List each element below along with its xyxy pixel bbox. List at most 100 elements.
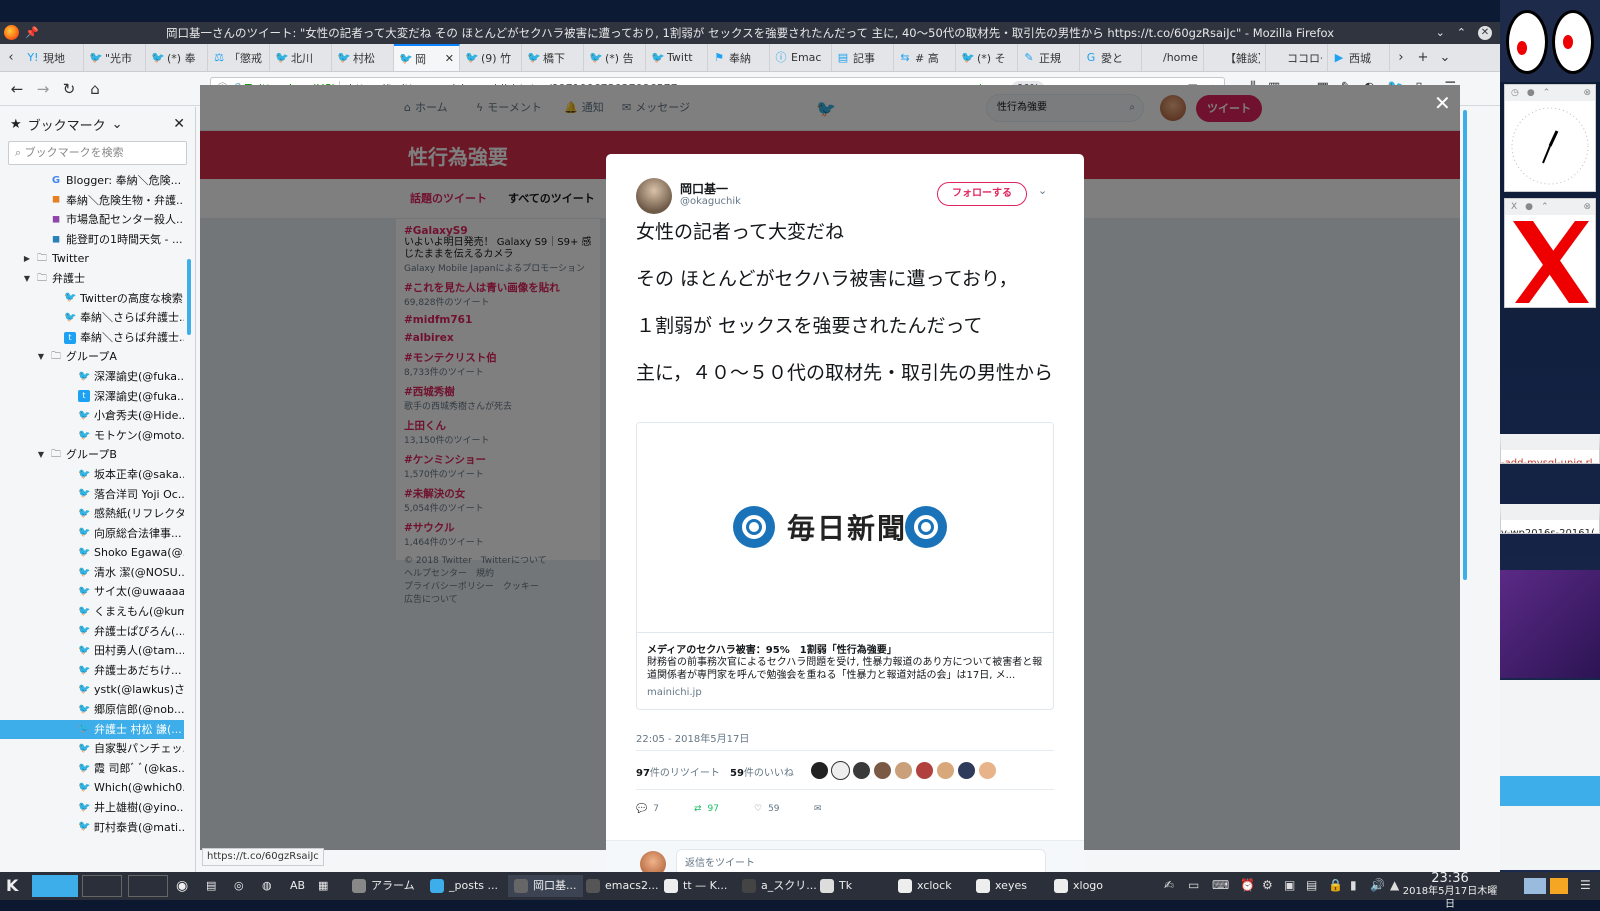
maximize-button[interactable]: ⌃ (1457, 22, 1466, 44)
bookmark-item[interactable]: 🐦 坂本正幸(@saka... (0, 465, 184, 485)
bookmark-item[interactable]: 🐦 モトケン(@moto... (0, 426, 184, 446)
tray-icon[interactable]: ▭ (1188, 878, 1199, 892)
tab-20[interactable]: ココログ (1266, 44, 1328, 71)
avatar[interactable] (810, 761, 829, 780)
avatar[interactable] (831, 761, 850, 780)
bookmark-item[interactable]: 🐦 井上雄樹(@yino... (0, 798, 184, 818)
close-icon[interactable]: ⊗ (1583, 85, 1591, 101)
avatar[interactable] (915, 761, 934, 780)
chevron-down-icon[interactable]: ⌄ (112, 117, 123, 132)
close-icon[interactable]: ⊗ (1583, 199, 1591, 215)
tab-5[interactable]: 🐦 村松 (332, 44, 394, 71)
desktop-pager-3[interactable] (128, 875, 168, 897)
taskbar-item[interactable]: アラーム (352, 875, 415, 897)
like-button[interactable]: ♡ 59 (754, 804, 780, 814)
tab-21[interactable]: ▶ 西城 (1328, 44, 1390, 71)
bookmark-item[interactable]: 🐦 小倉秀夫(@Hide... (0, 406, 184, 426)
bookmark-item[interactable]: ◼ 市場急配センター殺人... (0, 210, 184, 230)
battery-icon[interactable]: ▮ (1350, 878, 1357, 892)
tab-17[interactable]: G 愛と (1080, 44, 1142, 71)
new-tab-button[interactable]: + (1412, 44, 1434, 71)
bookmark-item[interactable]: 🐦 Twitterの高度な検索 (0, 289, 184, 309)
taskbar-item[interactable]: xclock (898, 875, 952, 897)
bookmark-folder[interactable]: ▶ 🗀 Twitter (0, 249, 184, 269)
bookmark-search-input[interactable]: ⌕ ブックマークを検索 (8, 141, 187, 165)
retweet-button[interactable]: ⇄ 97 (694, 804, 719, 814)
desktop-pager-1[interactable] (32, 875, 78, 897)
bookmark-item[interactable]: 🐦 向原総合法律事... (0, 524, 184, 544)
sidebar-close-icon[interactable]: ✕ (173, 116, 185, 132)
bookmark-item[interactable]: 🐦 Shoko Egawa(@... (0, 543, 184, 563)
expand-arrow-icon[interactable]: ▼ (36, 347, 46, 367)
tab-14[interactable]: ⇆ # 高 (894, 44, 956, 71)
bookmark-item[interactable]: 🐦 弁護士ぱぴろん(... (0, 622, 184, 642)
desktop-pager-2[interactable] (82, 875, 122, 897)
minimize-button[interactable]: ⌄ (1436, 22, 1445, 44)
clipboard-icon[interactable]: ▤ (1306, 878, 1317, 892)
sidebar-scrollbar[interactable] (187, 259, 191, 335)
tab-12[interactable]: ⓘ Emac (770, 44, 832, 71)
display-icon[interactable]: ▣ (1284, 878, 1295, 892)
firefox-launcher-icon[interactable]: ◉ (176, 875, 188, 897)
alarm-icon[interactable]: ⏰ (1240, 878, 1255, 892)
tab-13[interactable]: ▤ 記事 (832, 44, 894, 71)
avatar[interactable] (873, 761, 892, 780)
bookmark-folder[interactable]: ▼ 🗀 グループA (0, 347, 184, 367)
tab-4[interactable]: 🐦 北川 (270, 44, 332, 71)
bookmark-item[interactable]: 🐦ystk(@lawkus)さ... (0, 680, 184, 700)
bookmark-folder[interactable]: ▼ 🗀 グループB (0, 445, 184, 465)
window-thumbnail[interactable] (1524, 878, 1546, 894)
text-snippet[interactable]: -add-mysql-uniq.rl (1500, 434, 1600, 464)
home-button[interactable]: ⌂ (84, 78, 106, 100)
bookmark-item[interactable]: 🐦 弁護士あだちけ... (0, 661, 184, 681)
tray-expand-icon[interactable]: ▲ (1390, 878, 1399, 892)
bookmark-item[interactable]: ◼ 能登町の1時間天気 - ... (0, 230, 184, 250)
taskbar-item[interactable]: Tk (820, 875, 852, 897)
close-icon[interactable]: ✕ (1434, 91, 1451, 115)
bookmark-item[interactable]: 🐦くまえもん(@kum... (0, 602, 184, 622)
direct-message-button[interactable]: ✉ (814, 804, 822, 814)
link-card[interactable]: 毎日新聞 メディアのセクハラ被害：95% 1割弱「性行為強要」 財務省の前事務次… (636, 422, 1054, 710)
bookmark-item[interactable]: 🐦 町村泰貴(@mati... (0, 818, 184, 838)
tab-3[interactable]: ⚖ 「懲戒 (208, 44, 270, 71)
tab-16[interactable]: ✎ 正規 (1018, 44, 1080, 71)
taskbar-item[interactable]: tt — K... (664, 875, 727, 897)
bookmark-item[interactable]: 🐦感熱紙(リフレクタ... (0, 504, 184, 524)
tab-scroll-right-icon[interactable]: › (1390, 44, 1412, 71)
avatar[interactable] (894, 761, 913, 780)
tab-close-icon[interactable]: ✕ (445, 52, 454, 65)
reply-input[interactable]: 返信をツイート (676, 849, 1046, 874)
xeyes-widget[interactable] (1500, 0, 1600, 82)
content-scrollbar[interactable] (1462, 110, 1468, 850)
taskbar-item[interactable]: xeyes (976, 875, 1027, 897)
forward-button[interactable]: → (32, 78, 54, 100)
tab-19[interactable]: 【雑談】 (1204, 44, 1266, 71)
tab-1[interactable]: 🐦 "光市 (84, 44, 146, 71)
tab-7[interactable]: 🐦 (9) 竹 (460, 44, 522, 71)
taskbar-item[interactable]: _posts ... (430, 875, 498, 897)
reload-button[interactable]: ↻ (58, 78, 80, 100)
bookmark-item[interactable]: 🐦 弁護士 村松 謙(... (0, 719, 184, 740)
volume-icon[interactable]: 🔊 (1370, 878, 1385, 892)
bookmark-item[interactable]: 🐦 奉納＼さらば弁護士... (0, 308, 184, 328)
launcher-icon[interactable]: ◎ (234, 875, 244, 897)
tweet-author-handle[interactable]: @okaguchik (680, 196, 741, 207)
expand-arrow-icon[interactable]: ▼ (22, 269, 32, 289)
keyboard-icon[interactable]: ⌨ (1212, 878, 1229, 892)
xclock-window[interactable]: ◷ ● ⌃ ⊗ (1504, 84, 1596, 192)
xlogo-window[interactable]: X ● ⌃ ⊗ (1504, 198, 1596, 308)
avatar[interactable] (957, 761, 976, 780)
expand-arrow-icon[interactable]: ▼ (36, 445, 46, 465)
tab-11[interactable]: ⚑ 奉納 (708, 44, 770, 71)
tab-list-icon[interactable]: ⌄ (1434, 44, 1456, 71)
taskbar-clock[interactable]: 23:36 2018年5月17日木曜日 (1402, 872, 1498, 911)
bookmark-item[interactable]: 🐦サイ太(@uwaaaa... (0, 582, 184, 602)
bookmark-item[interactable]: 🐦 霞 司郎ﾞ ﾞ(@kas... (0, 759, 184, 779)
reply-button[interactable]: 💬 7 (636, 804, 659, 814)
lock-icon[interactable]: 🔒 (1328, 878, 1343, 892)
like-stat[interactable]: 59件のいいね (730, 764, 794, 779)
expand-arrow-icon[interactable]: ▶ (22, 249, 32, 269)
tab-scroll-left-icon[interactable]: ‹ (0, 44, 22, 71)
notes-icon[interactable] (1550, 878, 1568, 894)
launcher-icon[interactable]: ◍ (262, 875, 272, 897)
